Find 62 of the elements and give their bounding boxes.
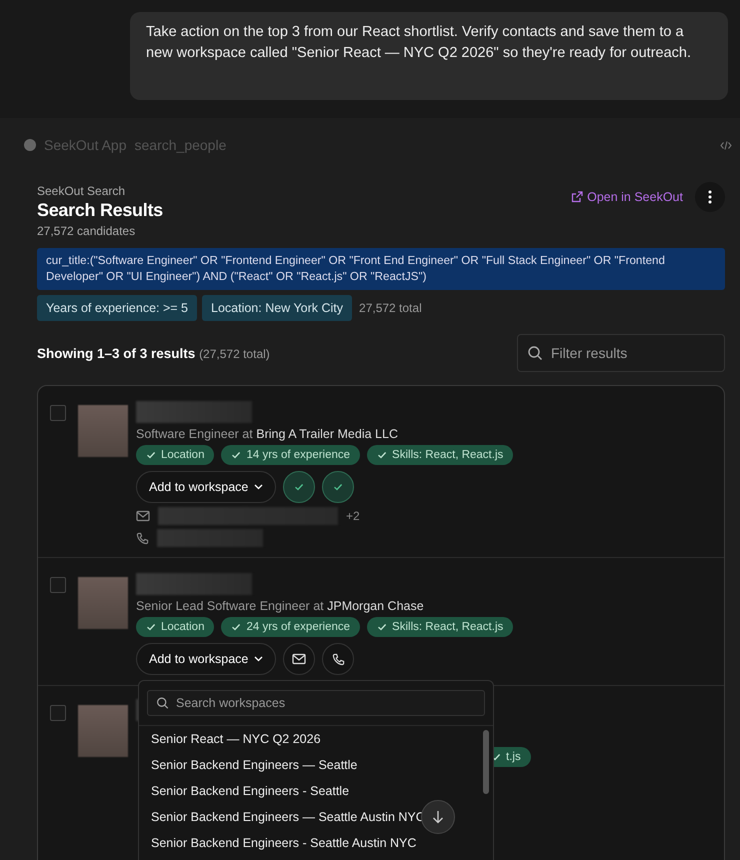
email-button[interactable] xyxy=(283,643,316,675)
filter-field[interactable]: Filter results xyxy=(517,334,725,372)
match-chip: 24 yrs of experience xyxy=(221,617,360,637)
more-icon xyxy=(708,190,712,204)
check-icon xyxy=(231,622,242,632)
arrow-down-icon xyxy=(432,810,444,824)
check-icon xyxy=(231,450,242,460)
match-chip: Location xyxy=(136,445,214,465)
open-in-seekout-link[interactable]: Open in SeekOut xyxy=(571,190,683,204)
match-chip: Location xyxy=(136,617,214,637)
page-title: Search Results xyxy=(37,200,163,221)
check-icon xyxy=(294,482,304,492)
external-link-icon xyxy=(571,191,584,203)
job-title: Senior Lead Software Engineer at JPMorgan Chase xyxy=(136,599,425,613)
checkbox[interactable] xyxy=(50,705,66,721)
filter-tag: Years of experience: >= 5 xyxy=(37,295,197,321)
checkbox[interactable] xyxy=(50,405,66,421)
photo-placeholder xyxy=(78,405,128,457)
add-to-workspace-button[interactable]: Add to workspace xyxy=(136,643,276,675)
search-icon xyxy=(527,345,543,361)
user-message: Take action on the top 3 from our React shortlist. Verify contacts and save them to a new workspace called "Senior React — NYC Q2 2026" so they're ready for outreach. xyxy=(130,12,728,100)
check-icon xyxy=(491,752,501,762)
app-logo-icon xyxy=(24,139,36,151)
results-summary: Showing 1–3 of 3 results (27,572 total) xyxy=(37,346,270,360)
check-icon xyxy=(377,622,388,632)
code-icon[interactable] xyxy=(720,140,732,150)
filter-tag: Location: New York City xyxy=(202,295,352,321)
workspace-option[interactable]: Senior Backend Engineers - Seattle Austin NYC xyxy=(139,830,459,856)
more-menu-button[interactable] xyxy=(695,182,725,212)
search-icon xyxy=(156,696,169,710)
mail-icon xyxy=(136,510,150,522)
check-icon xyxy=(377,450,388,460)
scrollbar[interactable] xyxy=(483,730,489,794)
checkbox[interactable] xyxy=(50,577,66,593)
match-chip: Skills: React, React.js xyxy=(367,445,514,465)
workspace-option[interactable]: Senior Backend Engineers - Seattle xyxy=(139,778,459,804)
verified-button[interactable] xyxy=(283,471,316,503)
check-icon xyxy=(146,622,156,632)
add-to-workspace-button[interactable]: Add to workspace xyxy=(136,471,276,503)
workspace-search-field[interactable]: Search workspaces xyxy=(147,690,485,716)
chevron-down-icon xyxy=(254,484,264,490)
extra-count: +2 xyxy=(346,509,360,523)
phone-icon xyxy=(136,532,149,544)
photo-placeholder xyxy=(78,577,128,629)
photo-placeholder xyxy=(78,705,128,757)
match-chip: 14 yrs of experience xyxy=(221,445,360,465)
workspace-option[interactable]: Senior Backend Engineers — Seattle xyxy=(139,752,459,778)
search-query: cur_title:("Software Engineer" OR "Frontend Engineer" OR "Front End Engineer" OR "Full Stack Engineer" OR "Frontend Developer" OR "UI Engineer") AND ("React" OR "React.js" OR "ReactJS") xyxy=(37,248,725,290)
candidate-count: 27,572 candidates xyxy=(37,224,136,238)
chevron-down-icon xyxy=(254,656,264,662)
scroll-down-button[interactable] xyxy=(421,800,455,834)
job-title: Software Engineer at Bring A Trailer Media LLC xyxy=(136,427,399,441)
verified-button[interactable] xyxy=(322,471,354,503)
phone-icon xyxy=(332,652,345,666)
match-chip: Skills: React, React.js xyxy=(367,617,514,637)
check-icon xyxy=(146,450,156,460)
check-icon xyxy=(333,482,344,492)
mail-icon xyxy=(292,653,306,665)
subtitle: SeekOut Search xyxy=(37,184,126,198)
workspace-option[interactable]: Senior React — NYC Q2 2026 xyxy=(139,726,459,752)
total-count: 27,572 total xyxy=(359,301,422,315)
phone-button[interactable] xyxy=(322,643,354,675)
